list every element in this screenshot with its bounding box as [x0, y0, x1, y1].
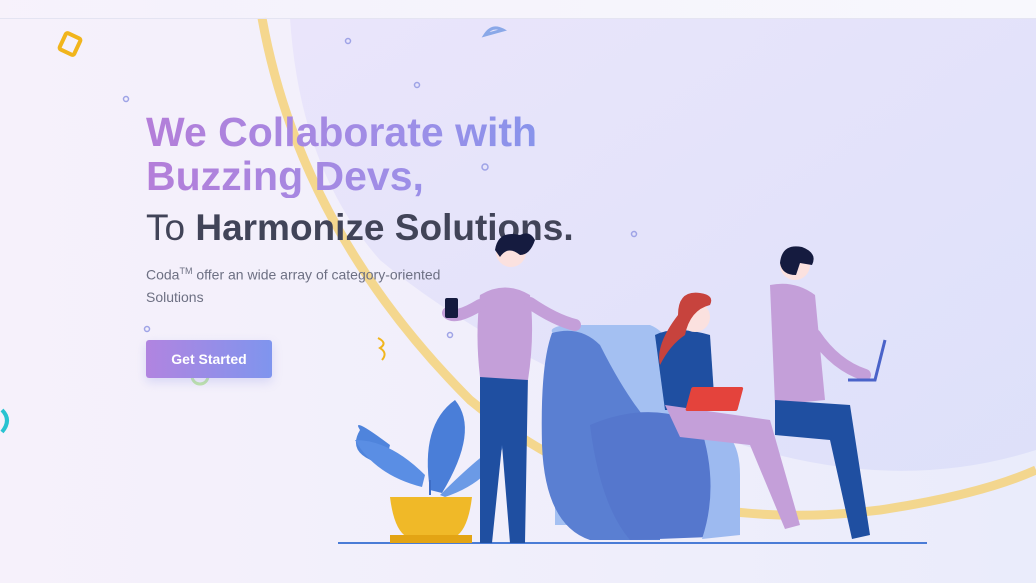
headline-line-2: Buzzing Devs,	[146, 153, 424, 199]
plant-pot	[390, 497, 472, 537]
confetti-shape	[57, 31, 83, 57]
get-started-button[interactable]: Get Started	[146, 340, 272, 378]
subheadline-prefix: To	[146, 207, 186, 248]
confetti-dot	[122, 95, 130, 103]
confetti-dot	[143, 325, 151, 333]
phone-icon	[445, 298, 458, 318]
confetti-ring	[0, 408, 9, 434]
brand-name: Coda	[146, 266, 180, 283]
trademark-mark: TM	[179, 266, 193, 276]
hero-illustration	[338, 233, 927, 544]
headline-line-1: We Collaborate with	[146, 109, 538, 155]
laptop-icon	[685, 387, 744, 411]
top-navigation-strip	[0, 0, 1036, 19]
hero-headline: We Collaborate with Buzzing Devs,	[146, 110, 616, 198]
